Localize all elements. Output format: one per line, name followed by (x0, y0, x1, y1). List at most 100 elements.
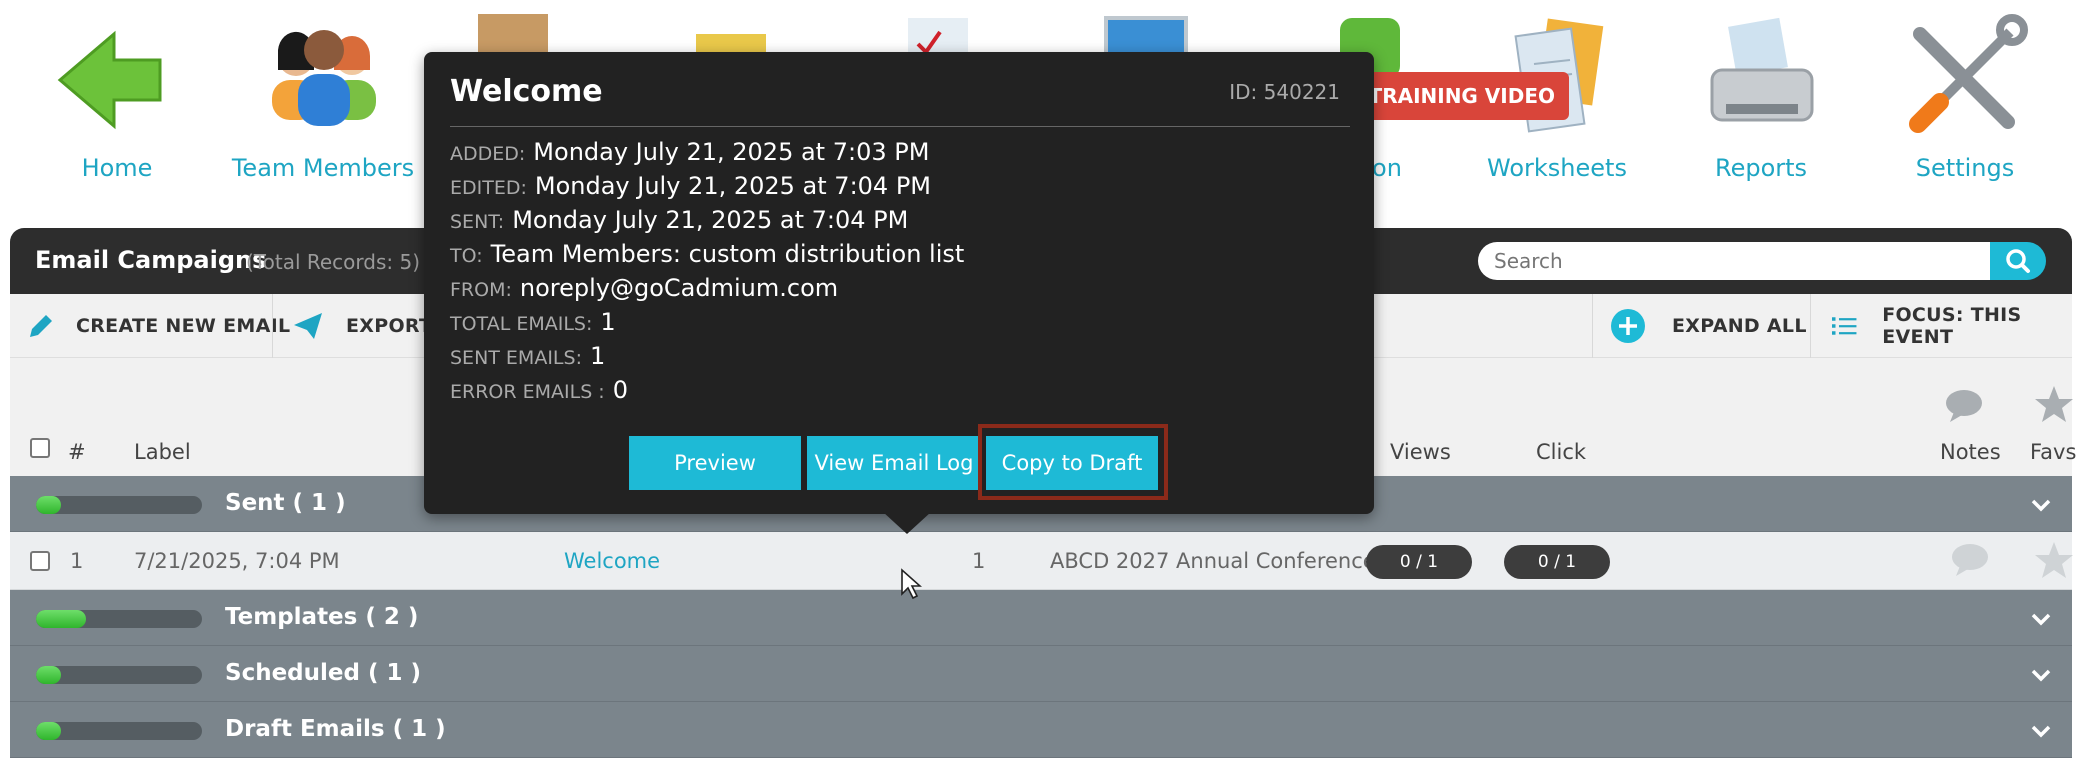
popup-field-error-emails: ERROR EMAILS : 0 (450, 376, 628, 410)
group-title: Scheduled ( 1 ) (225, 660, 422, 686)
group-scheduled[interactable]: Scheduled ( 1 ) (10, 646, 2072, 702)
table-row[interactable]: 1 7/21/2025, 7:04 PM Welcome 1 ABCD 2027… (10, 532, 2074, 590)
group-title: Templates ( 2 ) (225, 604, 419, 630)
column-label[interactable]: Label (134, 440, 191, 464)
nav-settings[interactable]: Settings (1870, 0, 2060, 200)
popup-pointer (883, 512, 931, 534)
notes-icon (1946, 390, 1982, 422)
field-value: Monday July 21, 2025 at 7:03 PM (533, 138, 930, 166)
expand-all-label: EXPAND ALL (1672, 315, 1807, 337)
nav-team-members-label: Team Members (231, 154, 415, 182)
nav-worksheets-label: Worksheets (1487, 154, 1627, 182)
toolbar-divider (1810, 294, 1811, 358)
field-value: 1 (600, 308, 616, 336)
column-views[interactable]: Views (1390, 440, 1451, 464)
popup-id: ID: 540221 (1229, 80, 1340, 104)
group-progress-bar (36, 610, 202, 628)
panel-title: Email Campaigns (35, 246, 267, 274)
total-records: (Total Records: 5) (246, 250, 421, 274)
training-video-label: TRAINING VIDEO (1368, 84, 1555, 108)
chevron-down-icon[interactable] (2030, 608, 2052, 630)
column-notes: Notes (1940, 440, 2001, 464)
search-input[interactable] (1494, 248, 1974, 274)
toolbar-divider (1592, 294, 1593, 358)
select-all-checkbox[interactable] (30, 438, 50, 458)
nav-reports-label: Reports (1714, 154, 1808, 182)
popup-field-sent: SENT: Monday July 21, 2025 at 7:04 PM (450, 206, 908, 240)
email-details-popup: Welcome ID: 540221 ADDED: Monday July 21… (424, 52, 1374, 514)
group-progress-bar (36, 722, 202, 740)
group-draft-emails[interactable]: Draft Emails ( 1 ) (10, 702, 2072, 758)
clicks-badge: 0 / 1 (1504, 545, 1610, 579)
views-badge: 0 / 1 (1366, 545, 1472, 579)
column-number: # (68, 440, 86, 464)
column-favs: Favs (2030, 440, 2077, 464)
row-count: 1 (972, 549, 986, 573)
home-arrow-icon (57, 30, 162, 130)
field-value: Monday July 21, 2025 at 7:04 PM (512, 206, 909, 234)
nav-home[interactable]: Home (22, 0, 212, 200)
popup-title: Welcome (450, 74, 603, 109)
preview-button[interactable]: Preview (629, 436, 801, 490)
popup-field-added: ADDED: Monday July 21, 2025 at 7:03 PM (450, 138, 929, 172)
expand-all-button[interactable]: EXPAND ALL (1610, 294, 1807, 358)
field-key: EDITED: (450, 177, 527, 199)
group-title: Draft Emails ( 1 ) (225, 716, 446, 742)
field-key: SENT EMAILS: (450, 347, 582, 369)
tools-icon (1909, 14, 2028, 133)
nav-home-label: Home (81, 154, 153, 182)
field-key: ERROR EMAILS : (450, 381, 605, 403)
chevron-down-icon[interactable] (2030, 720, 2052, 742)
search-box (1478, 242, 2002, 280)
list-icon (1832, 317, 1857, 335)
favs-star-icon (2035, 386, 2073, 422)
chevron-down-icon[interactable] (2030, 494, 2052, 516)
copy-to-draft-highlight (978, 424, 1168, 500)
popup-divider (450, 126, 1350, 127)
column-click[interactable]: Click (1536, 440, 1586, 464)
field-value: Team Members: custom distribution list (490, 240, 965, 268)
search-button[interactable] (1990, 242, 2046, 280)
field-key: ADDED: (450, 143, 526, 165)
field-key: TOTAL EMAILS: (450, 313, 593, 335)
row-number: 1 (70, 549, 84, 573)
field-value: 1 (589, 342, 606, 370)
group-title: Sent ( 1 ) (225, 490, 346, 516)
group-templates[interactable]: Templates ( 2 ) (10, 590, 2072, 646)
toolbar-divider (272, 294, 273, 358)
create-new-email-button[interactable]: CREATE NEW EMAIL (26, 294, 290, 358)
chevron-down-icon[interactable] (2030, 664, 2052, 686)
paper-plane-icon (294, 313, 322, 339)
group-progress-bar (36, 666, 202, 684)
plus-circle-icon (1611, 309, 1645, 343)
training-video-button[interactable]: TRAINING VIDEO (1363, 72, 1569, 120)
mouse-cursor-icon (901, 568, 922, 600)
field-key: SENT: (450, 211, 505, 233)
team-members-icon (272, 30, 376, 126)
search-icon (2006, 249, 2030, 273)
row-event: ABCD 2027 Annual Conference (1050, 549, 1376, 573)
focus-this-event-label: FOCUS: THIS EVENT (1882, 304, 2022, 348)
popup-field-total-emails: TOTAL EMAILS: 1 (450, 308, 616, 342)
popup-field-to: TO: Team Members: custom distribution li… (450, 240, 964, 274)
pencil-icon (30, 315, 52, 337)
favorite-star-icon[interactable] (2034, 540, 2074, 580)
create-new-email-label: CREATE NEW EMAIL (76, 315, 291, 337)
nav-team-members[interactable]: Team Members (228, 0, 418, 200)
row-label-link[interactable]: Welcome (564, 549, 660, 573)
focus-this-event-button[interactable]: FOCUS: THIS EVENT (1832, 294, 2072, 358)
popup-field-edited: EDITED: Monday July 21, 2025 at 7:04 PM (450, 172, 931, 206)
popup-field-from: FROM: noreply@goCadmium.com (450, 274, 838, 308)
field-key: TO: (450, 245, 483, 267)
field-value: Monday July 21, 2025 at 7:04 PM (534, 172, 932, 200)
field-key: FROM: (450, 279, 512, 301)
notes-icon[interactable] (1950, 542, 1990, 578)
printer-icon (1710, 17, 1814, 122)
view-email-log-button[interactable]: View Email Log (807, 436, 981, 490)
popup-field-sent-emails: SENT EMAILS: 1 (450, 342, 605, 376)
nav-reports[interactable]: Reports (1666, 0, 1856, 200)
row-date: 7/21/2025, 7:04 PM (134, 549, 340, 573)
group-progress-bar (36, 496, 202, 514)
field-value: noreply@goCadmium.com (519, 274, 839, 302)
row-checkbox[interactable] (30, 551, 50, 571)
